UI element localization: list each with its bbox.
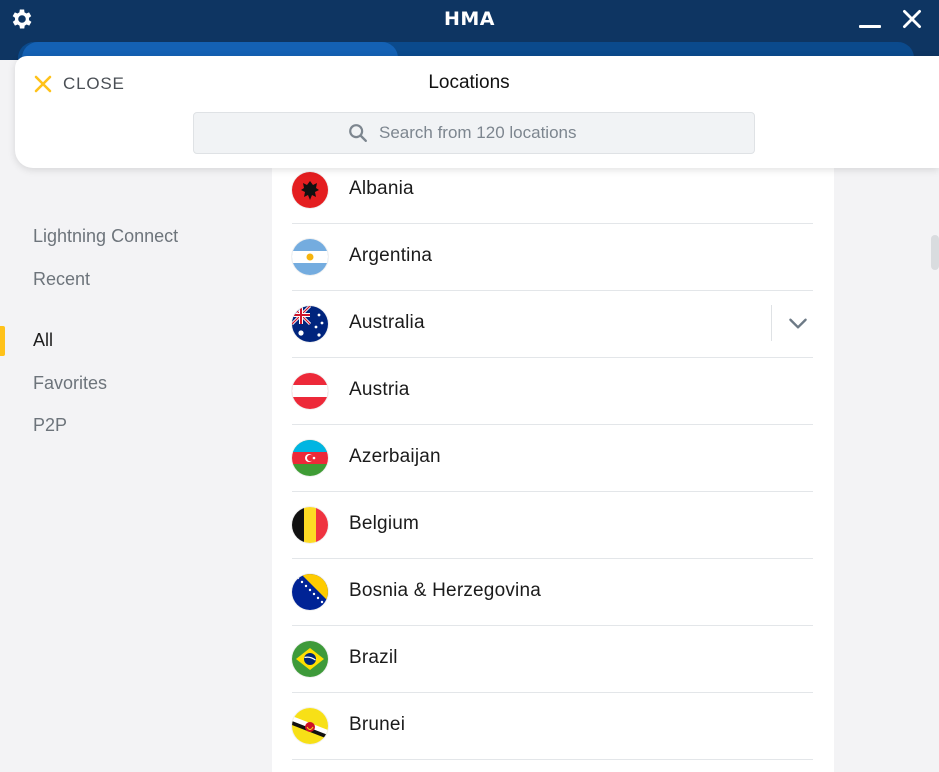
australia-flag-icon (292, 306, 328, 342)
country-name: Belgium (349, 513, 420, 534)
bosnia-flag-icon (292, 574, 328, 610)
sidebar-item-all[interactable]: All (33, 330, 53, 351)
sidebar-item-favorites[interactable]: Favorites (33, 373, 107, 394)
search-box[interactable] (193, 112, 755, 154)
country-name: Argentina (349, 245, 433, 266)
argentina-flag-icon (292, 239, 328, 275)
austria-flag-icon (292, 373, 328, 409)
sidebar-item-p2p[interactable]: P2P (33, 415, 67, 436)
list-item-argentina[interactable]: Argentina (292, 223, 813, 291)
country-name: Bosnia & Herzegovina (349, 580, 541, 601)
list-item-austria[interactable]: Austria (292, 357, 813, 425)
list-item-azerbaijan[interactable]: Azerbaijan (292, 424, 813, 492)
scrollbar-thumb[interactable] (931, 235, 939, 270)
minimize-icon[interactable] (858, 12, 882, 32)
country-name: Albania (349, 178, 414, 199)
list-item-brazil[interactable]: Brazil (292, 625, 813, 693)
location-list: Albania Argentina Australia Austria Azer… (272, 150, 834, 772)
sidebar-item-recent[interactable]: Recent (33, 269, 90, 290)
search-icon (349, 124, 367, 142)
row-divider (771, 305, 772, 341)
azerbaijan-flag-icon (292, 440, 328, 476)
country-name: Brunei (349, 714, 406, 735)
brunei-flag-icon (292, 708, 328, 744)
sidebar-item-lightning-connect[interactable]: Lightning Connect (33, 226, 178, 247)
list-item-brunei[interactable]: Brunei (292, 692, 813, 760)
belgium-flag-icon (292, 507, 328, 543)
brazil-flag-icon (292, 641, 328, 677)
country-name: Australia (349, 312, 425, 333)
locations-header: CLOSE Locations (15, 56, 939, 168)
list-item-belgium[interactable]: Belgium (292, 491, 813, 559)
chevron-down-icon[interactable] (785, 310, 811, 336)
close-window-icon[interactable] (899, 6, 925, 32)
albania-flag-icon (292, 172, 328, 208)
country-name: Brazil (349, 647, 398, 668)
active-indicator (0, 326, 5, 356)
list-item-australia[interactable]: Australia (292, 290, 813, 358)
page-title: Locations (428, 72, 510, 93)
country-name: Austria (349, 379, 410, 400)
list-item-bosnia-herzegovina[interactable]: Bosnia & Herzegovina (292, 558, 813, 626)
country-name: Azerbaijan (349, 446, 441, 467)
search-input[interactable] (377, 122, 601, 144)
app-title: HMA (443, 8, 495, 30)
